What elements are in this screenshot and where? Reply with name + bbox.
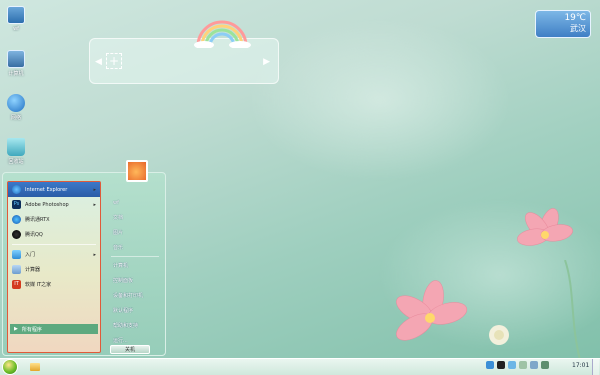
program-label: 软媒 IT之家 [25, 282, 52, 288]
desktop-icon-recycle-bin[interactable]: 回收站 [1, 138, 31, 165]
add-photo-icon[interactable]: + [106, 53, 122, 69]
right-item-help-support[interactable]: 帮助和支持 [107, 318, 163, 333]
desktop-icon-label: 计算机 [8, 71, 24, 77]
system-tray [486, 361, 549, 369]
user-folder-icon [7, 6, 25, 24]
qq-icon [12, 230, 21, 239]
chevron-left-icon[interactable]: ◀ [95, 57, 102, 67]
all-programs-button[interactable]: ▶ 所有程序 [10, 324, 98, 334]
tray-rtx-icon[interactable] [508, 361, 516, 369]
flower-bud-decoration [489, 325, 509, 345]
ie-icon [12, 185, 21, 194]
desktop-icon-network[interactable]: 网络 [1, 94, 31, 121]
tray-power-icon[interactable] [541, 361, 549, 369]
flower-decoration [517, 208, 573, 246]
right-item-devices-printers[interactable]: 设备和打印机 [107, 288, 163, 303]
right-item-control-panel[interactable]: 控制面板 [107, 273, 163, 288]
flower-stem-decoration [564, 260, 581, 360]
program-label: Adobe Photoshop [25, 201, 69, 208]
right-item-user[interactable]: wf [107, 195, 163, 210]
desktop-icon-label: 回收站 [8, 159, 24, 165]
right-item-label: 音乐 [113, 245, 124, 251]
weather-city: 武汉 [570, 24, 586, 33]
menu-divider [12, 244, 96, 245]
program-label: 腾讯通RTX [25, 217, 50, 223]
show-desktop-button[interactable] [592, 359, 599, 375]
program-item-photoshop[interactable]: Ps Adobe Photoshop ▸ [8, 197, 100, 212]
program-item-getting-started[interactable]: 入门 ▸ [8, 247, 100, 262]
start-menu: Internet Explorer ▸ Ps Adobe Photoshop ▸… [2, 172, 166, 356]
right-item-label: 默认程序 [113, 308, 134, 314]
chevron-right-icon[interactable]: ▶ [263, 57, 270, 67]
chevron-right-icon: ▸ [93, 186, 96, 193]
flower-decoration [396, 280, 468, 341]
program-item-calculator[interactable]: 计算器 [8, 262, 100, 277]
start-orb-icon[interactable] [2, 359, 18, 375]
chevron-right-icon: ▸ [93, 251, 96, 258]
right-item-label: wf [113, 199, 119, 206]
rtx-icon [12, 215, 21, 224]
all-programs-label: 所有程序 [21, 326, 42, 333]
tray-qq-icon[interactable] [497, 361, 505, 369]
program-item-rtx[interactable]: 腾讯通RTX [8, 212, 100, 227]
weather-temperature: 19℃ [564, 13, 586, 23]
background-glow [250, 20, 510, 180]
right-item-default-programs[interactable]: 默认程序 [107, 303, 163, 318]
desktop-icon-label: wf [13, 26, 19, 32]
desktop-icon-computer[interactable]: 计算机 [1, 50, 31, 77]
taskbar-clock[interactable]: 17:01 [572, 362, 589, 369]
getting-started-icon [12, 250, 21, 259]
program-label: 腾讯QQ [25, 232, 43, 238]
chevron-right-icon: ▸ [93, 201, 96, 208]
right-item-label: 运行... [113, 338, 128, 344]
right-item-pictures[interactable]: 图片 [107, 225, 163, 240]
tray-network-icon[interactable] [486, 361, 494, 369]
right-item-label: 文档 [113, 215, 124, 221]
right-item-label: 帮助和支持 [113, 323, 139, 329]
program-item-internet-explorer[interactable]: Internet Explorer ▸ [8, 182, 100, 197]
photoshop-icon: Ps [12, 200, 21, 209]
right-item-label: 图片 [113, 230, 124, 236]
tray-volume-icon[interactable] [530, 361, 538, 369]
right-item-music[interactable]: 音乐 [107, 240, 163, 255]
ithome-icon: IT [12, 280, 21, 289]
desktop-icon-user[interactable]: wf [1, 6, 31, 32]
user-avatar[interactable] [126, 160, 148, 182]
program-label: 入门 [25, 252, 36, 258]
program-item-qq[interactable]: 腾讯QQ [8, 227, 100, 242]
start-menu-right-pane: wf 文档 图片 音乐 计算机 控制面板 设备和打印机 默认程序 帮助和支持 运… [107, 181, 163, 351]
right-item-label: 设备和打印机 [113, 293, 144, 299]
tray-flag-icon[interactable] [519, 361, 527, 369]
triangle-right-icon: ▶ [14, 326, 18, 332]
shutdown-label: 关机 [124, 347, 135, 353]
start-menu-program-list: Internet Explorer ▸ Ps Adobe Photoshop ▸… [7, 181, 101, 353]
program-label: 计算器 [25, 267, 41, 273]
calculator-icon [12, 265, 21, 274]
weather-widget[interactable]: 19℃ 武汉 [535, 10, 591, 38]
computer-icon [7, 50, 25, 68]
network-icon [7, 94, 25, 112]
menu-divider [111, 256, 159, 257]
program-label: Internet Explorer [25, 186, 68, 193]
right-item-computer[interactable]: 计算机 [107, 258, 163, 273]
right-item-label: 计算机 [113, 263, 129, 269]
shutdown-button[interactable]: 关机 [110, 345, 150, 354]
recycle-bin-icon [7, 138, 25, 156]
desktop-icon-label: 网络 [10, 115, 21, 121]
rainbow-decoration [194, 20, 251, 48]
folder-icon[interactable] [30, 363, 40, 371]
right-item-documents[interactable]: 文档 [107, 210, 163, 225]
right-item-label: 控制面板 [113, 278, 134, 284]
program-item-ithome[interactable]: IT 软媒 IT之家 [8, 277, 100, 292]
